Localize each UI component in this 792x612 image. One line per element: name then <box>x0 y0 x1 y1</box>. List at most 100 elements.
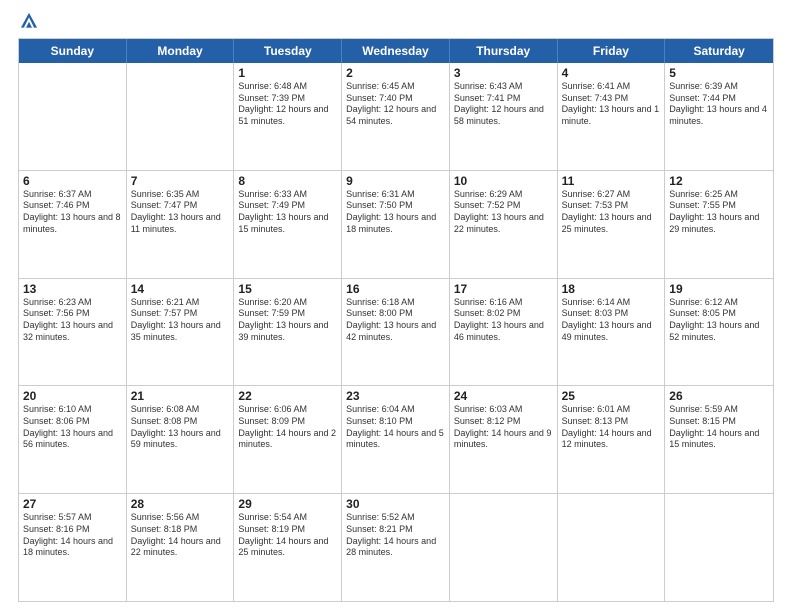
header <box>18 10 774 32</box>
day-info: Sunrise: 6:12 AM Sunset: 8:05 PM Dayligh… <box>669 297 769 344</box>
day-info: Sunrise: 6:33 AM Sunset: 7:49 PM Dayligh… <box>238 189 337 236</box>
day-info: Sunrise: 6:43 AM Sunset: 7:41 PM Dayligh… <box>454 81 553 128</box>
calendar-cell: 25Sunrise: 6:01 AM Sunset: 8:13 PM Dayli… <box>558 386 666 493</box>
calendar-cell: 18Sunrise: 6:14 AM Sunset: 8:03 PM Dayli… <box>558 279 666 386</box>
calendar-cell: 17Sunrise: 6:16 AM Sunset: 8:02 PM Dayli… <box>450 279 558 386</box>
day-number: 20 <box>23 389 122 403</box>
logo <box>18 10 44 32</box>
calendar-body: 1Sunrise: 6:48 AM Sunset: 7:39 PM Daylig… <box>19 63 773 601</box>
day-number: 11 <box>562 174 661 188</box>
day-info: Sunrise: 6:39 AM Sunset: 7:44 PM Dayligh… <box>669 81 769 128</box>
day-number: 8 <box>238 174 337 188</box>
calendar-cell: 28Sunrise: 5:56 AM Sunset: 8:18 PM Dayli… <box>127 494 235 601</box>
calendar-header: SundayMondayTuesdayWednesdayThursdayFrid… <box>19 39 773 63</box>
day-number: 17 <box>454 282 553 296</box>
calendar-cell <box>558 494 666 601</box>
calendar-cell: 5Sunrise: 6:39 AM Sunset: 7:44 PM Daylig… <box>665 63 773 170</box>
day-number: 30 <box>346 497 445 511</box>
day-info: Sunrise: 6:16 AM Sunset: 8:02 PM Dayligh… <box>454 297 553 344</box>
calendar-cell: 26Sunrise: 5:59 AM Sunset: 8:15 PM Dayli… <box>665 386 773 493</box>
calendar-cell: 23Sunrise: 6:04 AM Sunset: 8:10 PM Dayli… <box>342 386 450 493</box>
day-number: 23 <box>346 389 445 403</box>
logo-icon <box>18 10 40 32</box>
day-info: Sunrise: 5:56 AM Sunset: 8:18 PM Dayligh… <box>131 512 230 559</box>
day-number: 22 <box>238 389 337 403</box>
day-number: 26 <box>669 389 769 403</box>
day-info: Sunrise: 6:45 AM Sunset: 7:40 PM Dayligh… <box>346 81 445 128</box>
day-info: Sunrise: 6:14 AM Sunset: 8:03 PM Dayligh… <box>562 297 661 344</box>
day-info: Sunrise: 6:10 AM Sunset: 8:06 PM Dayligh… <box>23 404 122 451</box>
calendar-cell: 6Sunrise: 6:37 AM Sunset: 7:46 PM Daylig… <box>19 171 127 278</box>
day-number: 24 <box>454 389 553 403</box>
calendar-cell: 4Sunrise: 6:41 AM Sunset: 7:43 PM Daylig… <box>558 63 666 170</box>
day-info: Sunrise: 6:48 AM Sunset: 7:39 PM Dayligh… <box>238 81 337 128</box>
calendar-cell: 27Sunrise: 5:57 AM Sunset: 8:16 PM Dayli… <box>19 494 127 601</box>
day-info: Sunrise: 6:04 AM Sunset: 8:10 PM Dayligh… <box>346 404 445 451</box>
day-info: Sunrise: 6:35 AM Sunset: 7:47 PM Dayligh… <box>131 189 230 236</box>
calendar-cell: 30Sunrise: 5:52 AM Sunset: 8:21 PM Dayli… <box>342 494 450 601</box>
calendar-cell: 19Sunrise: 6:12 AM Sunset: 8:05 PM Dayli… <box>665 279 773 386</box>
calendar-cell: 21Sunrise: 6:08 AM Sunset: 8:08 PM Dayli… <box>127 386 235 493</box>
day-number: 14 <box>131 282 230 296</box>
calendar-cell: 13Sunrise: 6:23 AM Sunset: 7:56 PM Dayli… <box>19 279 127 386</box>
day-info: Sunrise: 5:52 AM Sunset: 8:21 PM Dayligh… <box>346 512 445 559</box>
calendar-cell: 7Sunrise: 6:35 AM Sunset: 7:47 PM Daylig… <box>127 171 235 278</box>
calendar: SundayMondayTuesdayWednesdayThursdayFrid… <box>18 38 774 602</box>
calendar-cell: 10Sunrise: 6:29 AM Sunset: 7:52 PM Dayli… <box>450 171 558 278</box>
calendar-cell: 8Sunrise: 6:33 AM Sunset: 7:49 PM Daylig… <box>234 171 342 278</box>
day-number: 13 <box>23 282 122 296</box>
day-info: Sunrise: 5:54 AM Sunset: 8:19 PM Dayligh… <box>238 512 337 559</box>
calendar-cell: 14Sunrise: 6:21 AM Sunset: 7:57 PM Dayli… <box>127 279 235 386</box>
day-number: 3 <box>454 66 553 80</box>
calendar-cell: 24Sunrise: 6:03 AM Sunset: 8:12 PM Dayli… <box>450 386 558 493</box>
day-info: Sunrise: 6:25 AM Sunset: 7:55 PM Dayligh… <box>669 189 769 236</box>
calendar-cell: 22Sunrise: 6:06 AM Sunset: 8:09 PM Dayli… <box>234 386 342 493</box>
day-number: 4 <box>562 66 661 80</box>
calendar-cell: 1Sunrise: 6:48 AM Sunset: 7:39 PM Daylig… <box>234 63 342 170</box>
day-info: Sunrise: 6:29 AM Sunset: 7:52 PM Dayligh… <box>454 189 553 236</box>
weekday-header-saturday: Saturday <box>665 39 773 63</box>
calendar-cell <box>665 494 773 601</box>
calendar-cell: 9Sunrise: 6:31 AM Sunset: 7:50 PM Daylig… <box>342 171 450 278</box>
weekday-header-monday: Monday <box>127 39 235 63</box>
day-number: 19 <box>669 282 769 296</box>
weekday-header-sunday: Sunday <box>19 39 127 63</box>
calendar-cell: 12Sunrise: 6:25 AM Sunset: 7:55 PM Dayli… <box>665 171 773 278</box>
calendar-row-2: 13Sunrise: 6:23 AM Sunset: 7:56 PM Dayli… <box>19 278 773 386</box>
calendar-row-4: 27Sunrise: 5:57 AM Sunset: 8:16 PM Dayli… <box>19 493 773 601</box>
day-info: Sunrise: 6:18 AM Sunset: 8:00 PM Dayligh… <box>346 297 445 344</box>
day-number: 7 <box>131 174 230 188</box>
calendar-cell: 3Sunrise: 6:43 AM Sunset: 7:41 PM Daylig… <box>450 63 558 170</box>
day-info: Sunrise: 6:41 AM Sunset: 7:43 PM Dayligh… <box>562 81 661 128</box>
day-info: Sunrise: 6:37 AM Sunset: 7:46 PM Dayligh… <box>23 189 122 236</box>
day-number: 25 <box>562 389 661 403</box>
day-number: 21 <box>131 389 230 403</box>
calendar-cell <box>127 63 235 170</box>
calendar-cell: 2Sunrise: 6:45 AM Sunset: 7:40 PM Daylig… <box>342 63 450 170</box>
calendar-row-0: 1Sunrise: 6:48 AM Sunset: 7:39 PM Daylig… <box>19 63 773 170</box>
day-info: Sunrise: 6:23 AM Sunset: 7:56 PM Dayligh… <box>23 297 122 344</box>
day-number: 2 <box>346 66 445 80</box>
calendar-cell: 29Sunrise: 5:54 AM Sunset: 8:19 PM Dayli… <box>234 494 342 601</box>
calendar-cell <box>19 63 127 170</box>
weekday-header-tuesday: Tuesday <box>234 39 342 63</box>
day-number: 28 <box>131 497 230 511</box>
calendar-cell: 16Sunrise: 6:18 AM Sunset: 8:00 PM Dayli… <box>342 279 450 386</box>
day-info: Sunrise: 5:57 AM Sunset: 8:16 PM Dayligh… <box>23 512 122 559</box>
day-info: Sunrise: 6:20 AM Sunset: 7:59 PM Dayligh… <box>238 297 337 344</box>
page: SundayMondayTuesdayWednesdayThursdayFrid… <box>0 0 792 612</box>
day-info: Sunrise: 6:31 AM Sunset: 7:50 PM Dayligh… <box>346 189 445 236</box>
calendar-cell <box>450 494 558 601</box>
calendar-row-3: 20Sunrise: 6:10 AM Sunset: 8:06 PM Dayli… <box>19 385 773 493</box>
day-number: 5 <box>669 66 769 80</box>
day-number: 29 <box>238 497 337 511</box>
day-number: 1 <box>238 66 337 80</box>
calendar-row-1: 6Sunrise: 6:37 AM Sunset: 7:46 PM Daylig… <box>19 170 773 278</box>
day-number: 10 <box>454 174 553 188</box>
day-number: 27 <box>23 497 122 511</box>
calendar-cell: 15Sunrise: 6:20 AM Sunset: 7:59 PM Dayli… <box>234 279 342 386</box>
day-number: 18 <box>562 282 661 296</box>
day-info: Sunrise: 6:03 AM Sunset: 8:12 PM Dayligh… <box>454 404 553 451</box>
day-info: Sunrise: 5:59 AM Sunset: 8:15 PM Dayligh… <box>669 404 769 451</box>
day-info: Sunrise: 6:01 AM Sunset: 8:13 PM Dayligh… <box>562 404 661 451</box>
